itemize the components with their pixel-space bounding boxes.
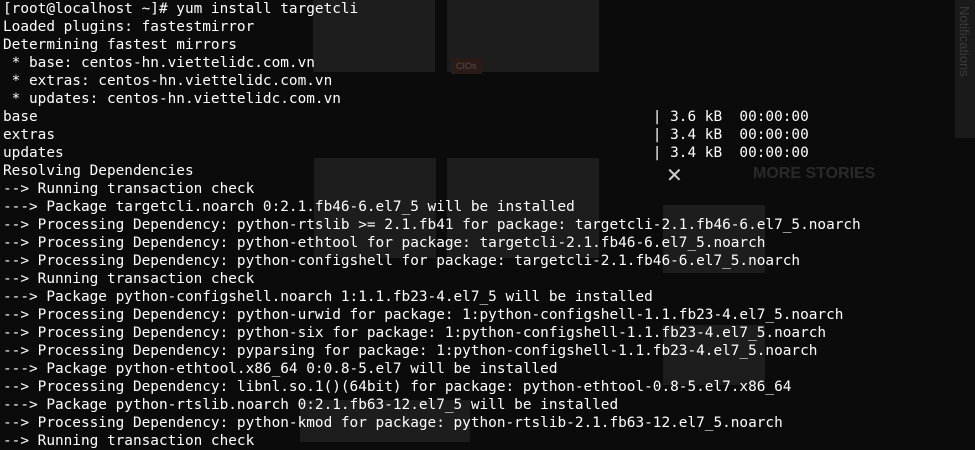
terminal-line: base | 3.6 kB 00:00:00 bbox=[3, 109, 809, 125]
terminal-line: Determining fastest mirrors bbox=[3, 37, 237, 53]
terminal-line: --> Processing Dependency: python-kmod f… bbox=[3, 415, 783, 431]
terminal-window[interactable]: [root@localhost ~]# yum install targetcl… bbox=[0, 0, 975, 449]
terminal-line: --> Processing Dependency: python-rtslib… bbox=[3, 217, 861, 233]
terminal-line: * base: centos-hn.viettelidc.com.vn bbox=[3, 55, 315, 71]
terminal-line: ---> Package python-configshell.noarch 1… bbox=[3, 289, 653, 305]
terminal-line: --> Processing Dependency: python-config… bbox=[3, 253, 801, 269]
terminal-line: --> Processing Dependency: libnl.so.1()(… bbox=[3, 379, 792, 395]
terminal-line: * extras: centos-hn.viettelidc.com.vn bbox=[3, 73, 333, 89]
terminal-line: --> Running transaction check bbox=[3, 271, 255, 287]
terminal-line: --> Processing Dependency: python-ethtoo… bbox=[3, 235, 766, 251]
terminal-line: --> Processing Dependency: python-six fo… bbox=[3, 325, 827, 341]
terminal-line: --> Processing Dependency: pyparsing for… bbox=[3, 343, 818, 359]
terminal-line: ---> Package python-ethtool.x86_64 0:0.8… bbox=[3, 361, 558, 377]
terminal-line: [root@localhost ~]# yum install targetcl… bbox=[3, 1, 359, 17]
terminal-line: extras | 3.4 kB 00:00:00 bbox=[3, 127, 809, 143]
terminal-line: * updates: centos-hn.viettelidc.com.vn bbox=[3, 91, 341, 107]
terminal-line: updates | 3.4 kB 00:00:00 bbox=[3, 145, 809, 161]
terminal-line: ---> Package python-rtslib.noarch 0:2.1.… bbox=[3, 397, 619, 413]
terminal-line: ---> Package targetcli.noarch 0:2.1.fb46… bbox=[3, 199, 575, 215]
terminal-line: --> Running transaction check bbox=[3, 433, 255, 449]
terminal-line: Resolving Dependencies bbox=[3, 163, 194, 179]
terminal-line: --> Processing Dependency: python-urwid … bbox=[3, 307, 844, 323]
terminal-line: Loaded plugins: fastestmirror bbox=[3, 19, 255, 35]
terminal-line: --> Running transaction check bbox=[3, 181, 255, 197]
